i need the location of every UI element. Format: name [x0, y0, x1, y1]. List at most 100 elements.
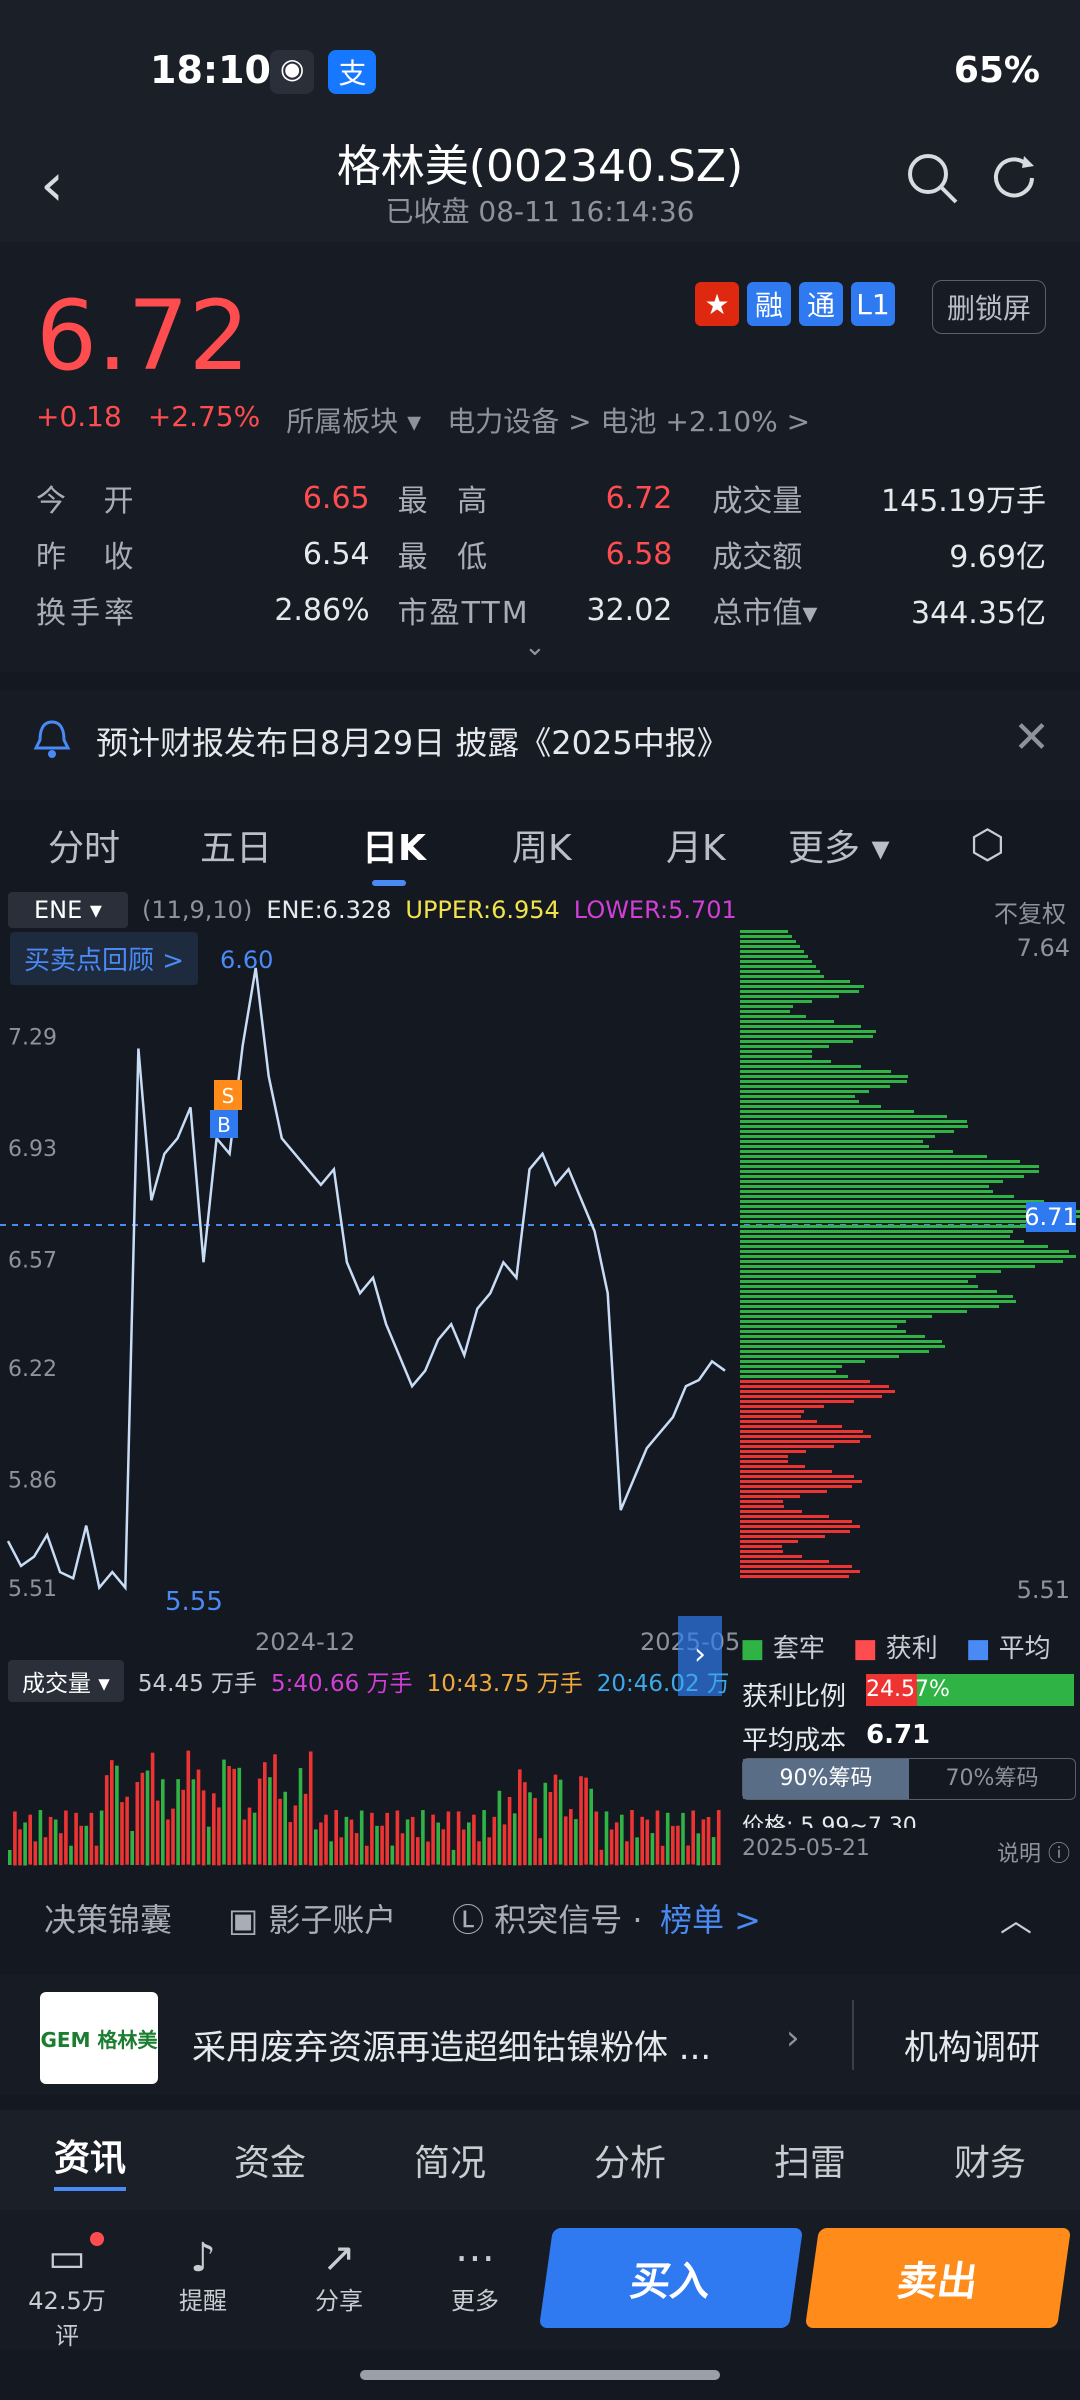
institution-research[interactable]: 机构调研 [904, 2020, 1040, 2069]
chip-bar [740, 935, 792, 938]
remind-label: 提醒 [179, 2287, 227, 2315]
badge-group: ★ 融 通 L1 [695, 282, 895, 326]
chip-bar [740, 1510, 802, 1513]
ranking-link[interactable]: 榜单 > [660, 1895, 761, 1941]
sell-button[interactable]: 卖出 [804, 2228, 1072, 2328]
volume-bar [278, 1798, 282, 1865]
alipay-icon: 支 [328, 50, 377, 94]
badge-rong[interactable]: 融 [747, 282, 791, 326]
label-market-cap[interactable]: 总市值▾ [672, 588, 849, 632]
chip-90-button[interactable]: 90%筹码 [743, 1759, 909, 1799]
chip-bar [740, 990, 859, 993]
tab-more[interactable]: 更多 ▾ [788, 819, 890, 871]
lock-screen-button[interactable]: 删锁屏 [931, 280, 1046, 334]
chip-bottom-price: 5.51 [1017, 1576, 1070, 1604]
decision-kit[interactable]: 决策锦囊 [44, 1895, 172, 1941]
volume-bar [620, 1814, 624, 1865]
chip-bar [740, 975, 824, 978]
chip-legend: ■ 套牢 ■ 获利 ■ 平均 [740, 1628, 1051, 1665]
chip-bar [740, 1420, 817, 1423]
tab-profile[interactable]: 简况 [414, 2134, 486, 2186]
badge-tong[interactable]: 通 [799, 282, 843, 326]
profit-ratio-label: 获利比例 [742, 1682, 847, 1712]
sector-path[interactable]: 电力设备 > 电池 +2.10% > [447, 400, 810, 440]
volume-bar [385, 1812, 389, 1865]
tab-monthly-k[interactable]: 月K [666, 819, 726, 871]
volume-bar [441, 1829, 446, 1866]
expand-chevron-icon[interactable]: ⌄ [524, 632, 546, 662]
chip-bar [740, 1525, 860, 1528]
tab-daily-k[interactable]: 日K [362, 819, 426, 871]
quote-grid: 今 开 6.65 最 高 6.72 成交量 145.19万手 昨 收 6.54 … [36, 470, 1046, 638]
volume-bar [354, 1833, 359, 1866]
chip-bar [740, 1000, 812, 1003]
share-button[interactable]: ↗ 分享 [294, 2235, 384, 2316]
signal-link[interactable]: Ⓛ 积突信号 · [452, 1895, 643, 1941]
volume-dropdown[interactable]: 成交量 ▾ [8, 1660, 124, 1702]
tab-funds[interactable]: 资金 [234, 2134, 306, 2186]
battery-percent: 65% [953, 50, 1040, 91]
chip-bar [740, 1365, 842, 1368]
chip-price-range: 价格: 5.99~7.30 [742, 1814, 917, 1828]
chip-legend-avg: ■ 平均 [965, 1634, 1051, 1664]
tab-finance[interactable]: 财务 [954, 2134, 1026, 2186]
chip-bar [740, 1345, 945, 1348]
remind-button[interactable]: ♪ 提醒 [158, 2235, 248, 2316]
sector-dropdown[interactable]: 所属板块 ▾ [286, 400, 421, 440]
volume-bar [365, 1845, 369, 1865]
volume-bar [691, 1810, 695, 1865]
search-icon[interactable] [904, 150, 960, 210]
price-series-line [6, 967, 726, 1591]
refresh-icon[interactable] [986, 150, 1042, 210]
chip-bar [740, 1065, 861, 1068]
tab-intraday[interactable]: 分时 [48, 819, 120, 871]
explain-link[interactable]: 说明 ⓘ [997, 1836, 1070, 1868]
label-pe[interactable]: 市盈TTM [370, 588, 535, 632]
label-volume: 成交量 [712, 484, 803, 519]
avg-cost-label: 平均成本 [742, 1726, 847, 1756]
volume-bar [548, 1791, 553, 1865]
tab-five-day[interactable]: 五日 [200, 819, 272, 871]
volume-bar [288, 1822, 293, 1866]
volume-bar [176, 1779, 180, 1866]
shadow-account[interactable]: ▣ 影子账户 [228, 1895, 396, 1941]
chip-bar [740, 1005, 793, 1008]
share-label: 分享 [315, 2287, 363, 2315]
volume-bar [410, 1816, 415, 1865]
close-icon[interactable]: ✕ [1013, 712, 1050, 763]
volume-bar [558, 1779, 563, 1865]
volume-bar [314, 1829, 318, 1866]
china-flag-icon: ★ [695, 282, 739, 326]
volume-chart[interactable] [0, 1700, 730, 1870]
badge-l1[interactable]: L1 [851, 282, 895, 326]
volume-bar [701, 1819, 706, 1866]
chip-70-button[interactable]: 70%筹码 [909, 1759, 1075, 1799]
volume-bar [625, 1841, 629, 1866]
collapse-chevron-icon[interactable]: ︿ [1000, 1895, 1032, 1941]
tab-analysis[interactable]: 分析 [594, 2134, 666, 2186]
chip-bar [740, 1425, 842, 1428]
volume-bar [681, 1812, 685, 1865]
chip-bar [740, 1560, 829, 1563]
volume-bar [706, 1816, 711, 1865]
more-button[interactable]: ⋯ 更多 [430, 2235, 520, 2316]
info-tabs: 资讯 资金 简况 分析 扫雷 财务 [0, 2110, 1080, 2210]
chip-bar [740, 1245, 1048, 1248]
chip-bar [740, 1240, 1024, 1243]
home-indicator[interactable] [360, 2370, 720, 2380]
tab-weekly-k[interactable]: 周K [512, 819, 572, 871]
volume-bar [645, 1819, 650, 1865]
volume-bar [650, 1833, 655, 1866]
volume-bar [492, 1816, 497, 1865]
chip-bar [740, 1045, 829, 1048]
volume-bar [512, 1813, 517, 1866]
chip-bar [740, 950, 804, 953]
buy-button[interactable]: 买入 [538, 2228, 804, 2328]
tab-risk[interactable]: 扫雷 [774, 2134, 846, 2186]
label-turnover: 成交额 [712, 540, 803, 575]
news-headline[interactable]: 采用废弃资源再造超细钴镍粉体 ... [192, 2020, 772, 2069]
chip-bar [740, 1035, 873, 1038]
settings-icon[interactable]: ⬡ [970, 822, 1005, 868]
comments-button[interactable]: ▭ 42.5万评 [22, 2235, 112, 2351]
tab-news[interactable]: 资讯 [53, 2129, 126, 2191]
